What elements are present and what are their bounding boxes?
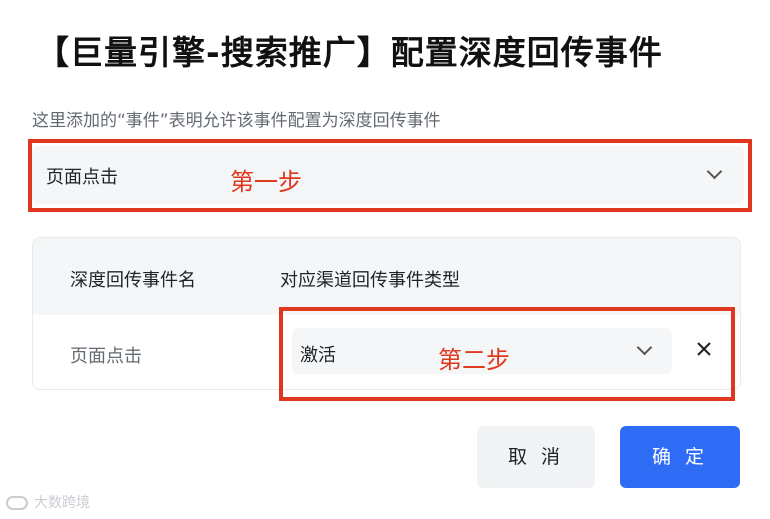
confirm-button[interactable]: 确 定 bbox=[620, 426, 740, 488]
brand-logo-icon bbox=[6, 496, 28, 510]
watermark: 大数跨境 bbox=[6, 492, 90, 512]
column-header-channel-type: 对应渠道回传事件类型 bbox=[280, 270, 460, 291]
table-header: 深度回传事件名 对应渠道回传事件类型 bbox=[33, 238, 740, 315]
watermark-text: 大数跨境 bbox=[34, 495, 90, 511]
cancel-button[interactable]: 取 消 bbox=[477, 426, 595, 488]
step1-annotation: 第一步 bbox=[230, 168, 302, 196]
column-header-event-name: 深度回传事件名 bbox=[70, 270, 196, 291]
step2-annotation: 第二步 bbox=[438, 346, 510, 374]
step1-highlight-box bbox=[28, 139, 752, 212]
row-event-name: 页面点击 bbox=[70, 346, 142, 367]
helper-text: 这里添加的“事件”表明允许该事件配置为深度回传事件 bbox=[32, 111, 441, 131]
page-title: 【巨量引擎-搜索推广】配置深度回传事件 bbox=[36, 33, 663, 72]
